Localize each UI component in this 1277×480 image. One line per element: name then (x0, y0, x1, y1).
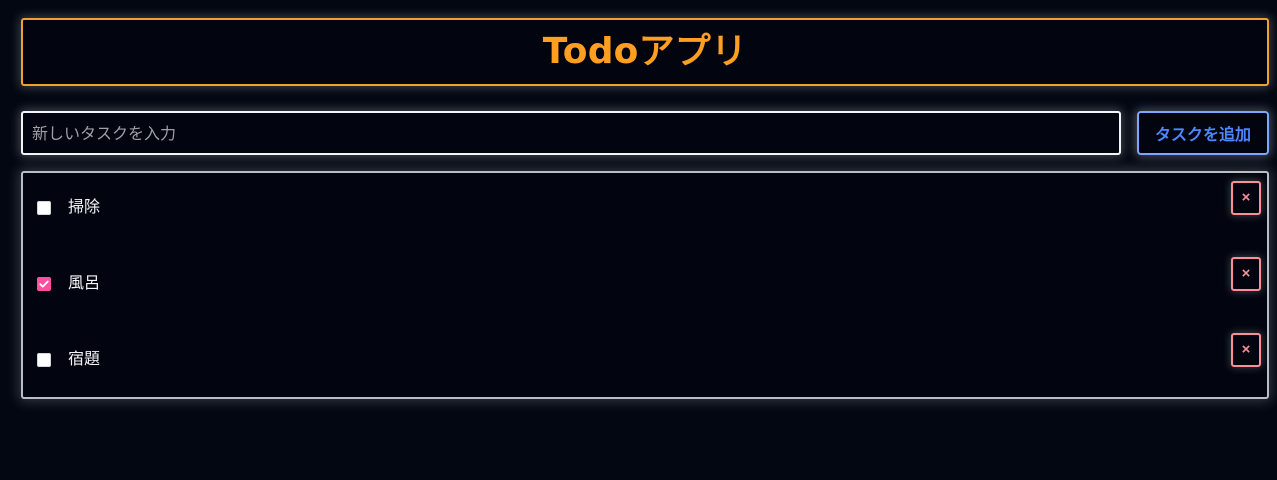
task-checkbox-homework[interactable] (37, 353, 51, 367)
task-label-homework: 宿題 (68, 349, 101, 368)
app-header: Todoアプリ (21, 18, 1269, 86)
delete-task-button-cleaning[interactable]: × (1231, 181, 1261, 215)
task-checkbox-bath[interactable] (37, 277, 51, 291)
delete-task-button-homework[interactable]: × (1231, 333, 1261, 367)
new-task-input[interactable] (21, 111, 1121, 155)
task-item-bath: 風呂 × (23, 249, 1267, 325)
task-label-cleaning: 掃除 (68, 197, 101, 216)
task-checkbox-cleaning[interactable] (37, 201, 51, 215)
delete-task-button-bath[interactable]: × (1231, 257, 1261, 291)
todo-app: Todoアプリ タスクを追加 掃除 × 風呂 × 宿題 (0, 0, 1277, 480)
task-item-cleaning: 掃除 × (23, 173, 1267, 249)
add-task-button[interactable]: タスクを追加 (1137, 111, 1269, 155)
close-icon: × (1241, 188, 1251, 206)
checkmark-icon (39, 280, 49, 288)
page-title: Todoアプリ (542, 31, 748, 72)
close-icon: × (1241, 340, 1251, 358)
task-list: 掃除 × 風呂 × 宿題 × (21, 171, 1269, 399)
task-item-homework: 宿題 × (23, 325, 1267, 401)
close-icon: × (1241, 264, 1251, 282)
task-label-bath: 風呂 (68, 273, 101, 292)
